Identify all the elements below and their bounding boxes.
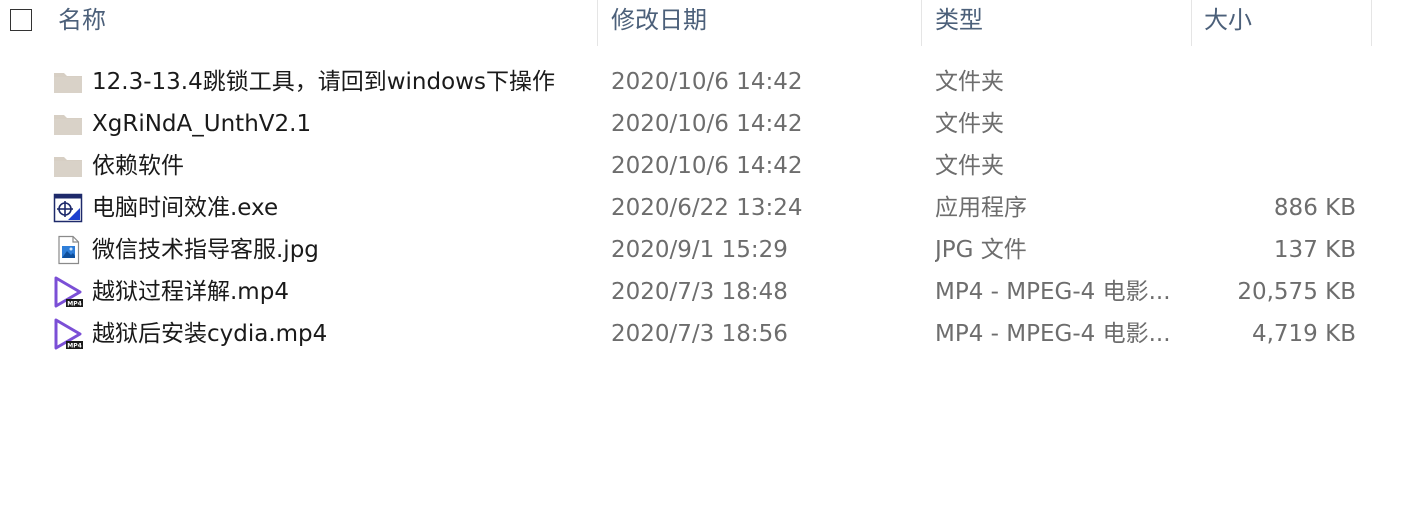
column-header-date[interactable]: 修改日期 [611,0,707,46]
file-explorer-list: 名称 修改日期 类型 大小 12.3-13.4跳锁工具，请回到windows下操… [0,0,1407,510]
svg-text:MP4: MP4 [67,343,82,350]
file-type: MP4 - MPEG-4 电影... [935,321,1171,347]
folder-icon [54,73,82,93]
file-row[interactable]: MP4 越狱过程详解.mp4 2020/7/3 18:48 MP4 - MPEG… [0,271,1407,313]
file-modified-date: 2020/10/6 14:42 [611,69,803,95]
file-size: 20,575 KB [1237,279,1356,305]
column-header-bar: 名称 修改日期 类型 大小 [0,0,1407,46]
column-divider[interactable] [1191,0,1192,46]
file-name[interactable]: 电脑时间效准.exe [92,187,278,229]
file-modified-date: 2020/6/22 13:24 [611,195,803,221]
file-type: 文件夹 [935,153,1004,179]
file-name[interactable]: 依赖软件 [92,145,184,187]
column-divider[interactable] [1371,0,1372,46]
file-type: 文件夹 [935,69,1004,95]
exe-icon [53,193,83,223]
file-type: JPG 文件 [935,237,1027,263]
select-all-checkbox[interactable] [10,9,32,31]
file-name[interactable]: 越狱过程详解.mp4 [92,271,289,313]
file-modified-date: 2020/10/6 14:42 [611,111,803,137]
image-file-icon [58,235,80,265]
resize-hint-icon [296,0,310,4]
file-size: 4,719 KB [1251,321,1356,347]
file-row[interactable]: 12.3-13.4跳锁工具，请回到windows下操作 2020/10/6 14… [0,61,1407,103]
file-type: 文件夹 [935,111,1004,137]
file-row[interactable]: MP4 越狱后安装cydia.mp4 2020/7/3 18:56 MP4 - … [0,313,1407,355]
folder-icon [54,115,82,135]
svg-text:MP4: MP4 [67,301,82,308]
column-header-size[interactable]: 大小 [1204,0,1252,46]
file-name[interactable]: XgRiNdA_UnthV2.1 [92,103,311,145]
column-header-name[interactable]: 名称 [58,0,106,46]
file-modified-date: 2020/10/6 14:42 [611,153,803,179]
file-modified-date: 2020/7/3 18:56 [611,321,788,347]
file-modified-date: 2020/7/3 18:48 [611,279,788,305]
file-row[interactable]: 微信技术指导客服.jpg 2020/9/1 15:29 JPG 文件 137 K… [0,229,1407,271]
file-row[interactable]: XgRiNdA_UnthV2.1 2020/10/6 14:42 文件夹 [0,103,1407,145]
file-type: 应用程序 [935,195,1027,221]
file-row[interactable]: 电脑时间效准.exe 2020/6/22 13:24 应用程序 886 KB [0,187,1407,229]
file-name[interactable]: 越狱后安装cydia.mp4 [92,313,327,355]
mp4-video-icon: MP4 [54,318,83,350]
folder-icon [54,157,82,177]
file-name[interactable]: 微信技术指导客服.jpg [92,229,319,271]
file-name[interactable]: 12.3-13.4跳锁工具，请回到windows下操作 [92,61,555,103]
file-row[interactable]: 依赖软件 2020/10/6 14:42 文件夹 [0,145,1407,187]
column-header-type[interactable]: 类型 [935,0,983,46]
column-divider[interactable] [597,0,598,46]
file-modified-date: 2020/9/1 15:29 [611,237,788,263]
column-divider[interactable] [921,0,922,46]
file-type: MP4 - MPEG-4 电影... [935,279,1171,305]
file-size: 886 KB [1273,195,1356,221]
file-size: 137 KB [1273,237,1356,263]
file-list: 12.3-13.4跳锁工具，请回到windows下操作 2020/10/6 14… [0,61,1407,355]
mp4-video-icon: MP4 [54,276,83,308]
